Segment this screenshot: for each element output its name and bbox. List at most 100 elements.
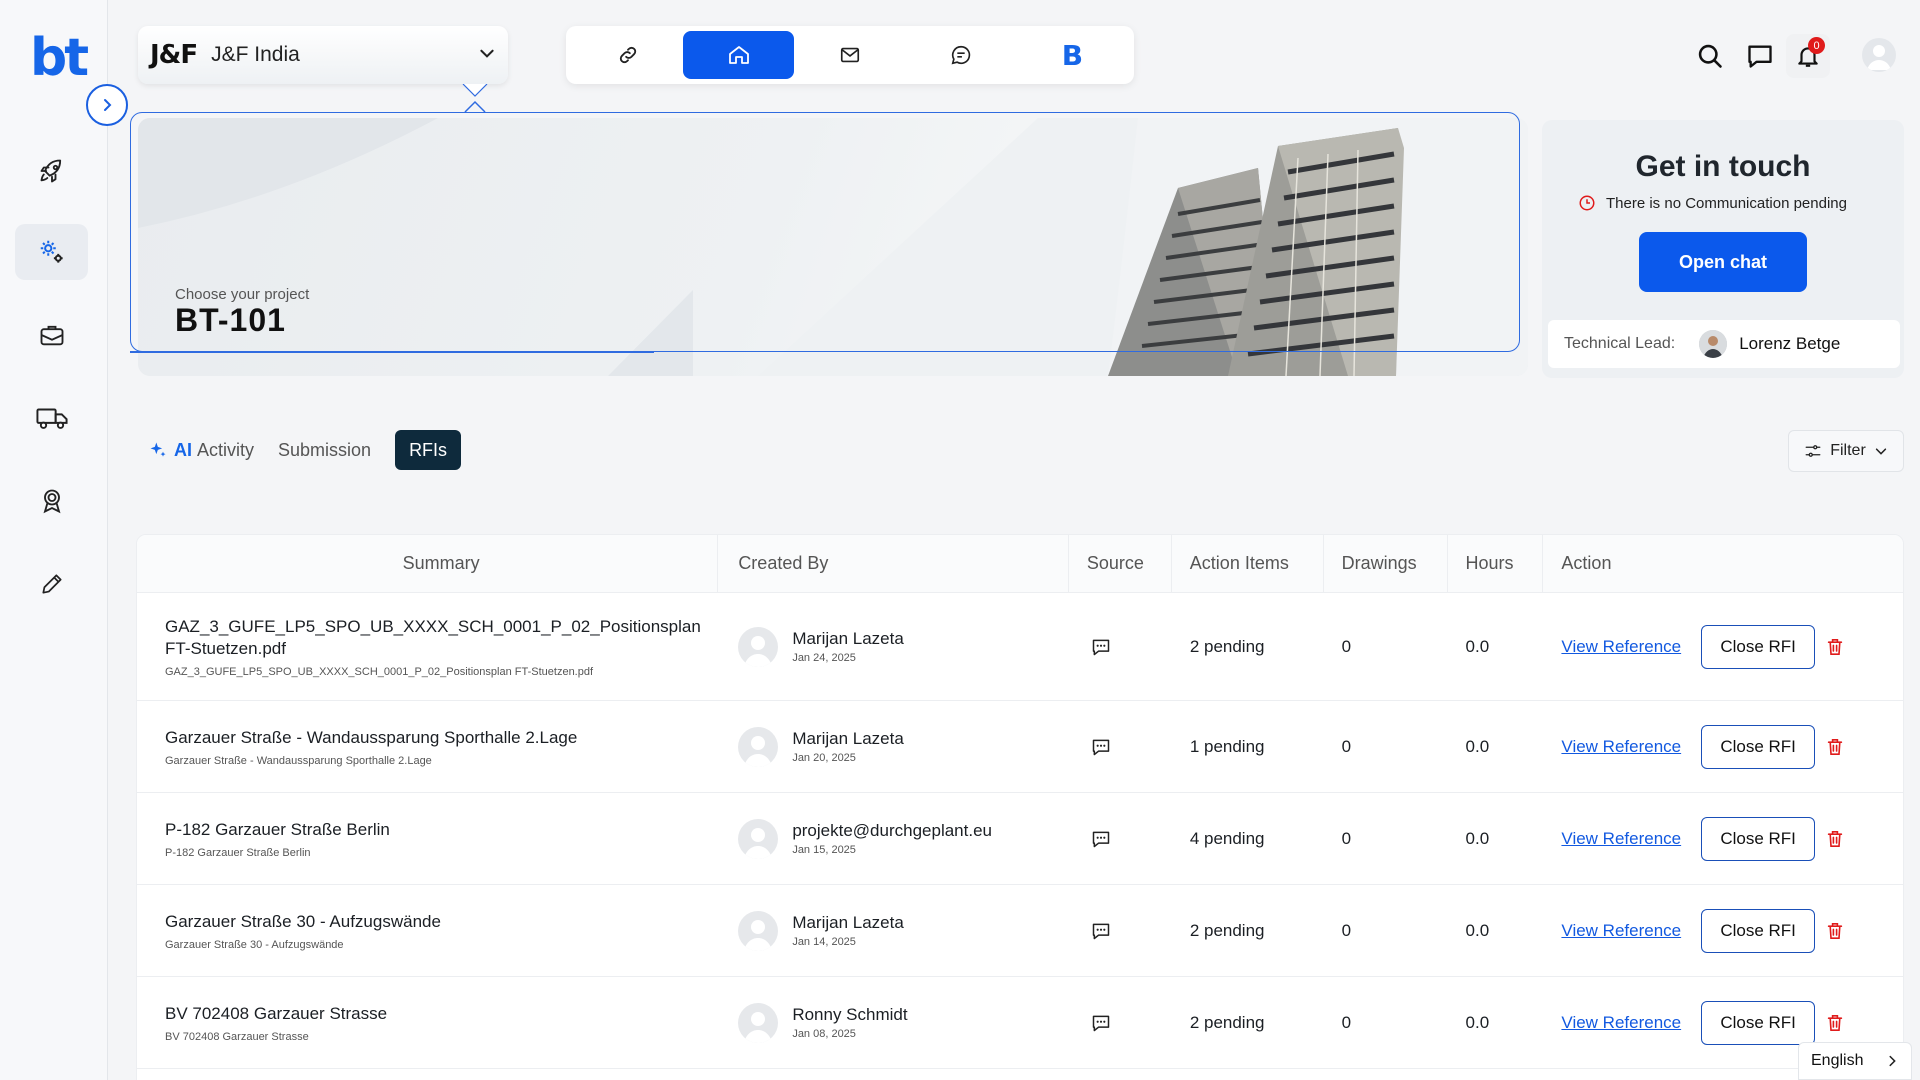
notification-count-badge: 0 [1808,37,1825,54]
close-rfi-button[interactable]: Close RFI [1701,816,1816,861]
created-date: Jan 08, 2025 [792,1028,856,1040]
notifications-bell-icon[interactable]: 0 [1786,34,1830,78]
view-reference-link[interactable]: View Reference [1561,829,1681,849]
close-rfi-button[interactable]: Close RFI [1701,724,1816,769]
summary-cell: Garzauer Straße 30 - Aufzugswände Garzaue… [137,911,718,951]
rocket-icon[interactable] [15,143,88,199]
comment-source-icon[interactable] [1091,637,1111,657]
comment-source-icon[interactable] [1091,829,1111,849]
close-rfi-button[interactable]: Close RFI [1701,1000,1816,1045]
award-badge-icon[interactable] [15,473,88,529]
summary-cell: GAZ_3_GUFE_LP5_SPO_UB_XXXX_SCH_0001_P_02… [137,616,718,678]
action-items-count: 4 pending [1189,828,1265,848]
header-source: Source [1069,535,1172,593]
action-items-count: 2 pending [1189,920,1265,940]
content-tabs: AI Activity Submission RFIs [148,430,462,470]
messages-icon[interactable] [1738,34,1782,78]
view-reference-link[interactable]: View Reference [1561,737,1681,757]
created-date: Jan 15, 2025 [792,844,856,856]
tab-submission[interactable]: Submission [278,430,371,470]
selector-pointer-icon [462,84,488,113]
trash-icon[interactable] [1827,738,1843,756]
source-cell [1069,637,1172,657]
technical-lead-avatar [1699,330,1728,358]
communication-status: There is no Communication pending [1578,194,1847,212]
comment-source-icon[interactable] [1091,1013,1111,1033]
hours-value: 0.0 [1465,1012,1490,1032]
close-rfi-button[interactable]: Close RFI [1701,624,1816,669]
comment-source-icon[interactable] [1091,737,1111,757]
filter-label: Filter [1830,442,1866,459]
search-icon[interactable] [1688,34,1732,78]
project-code[interactable]: BT-101 [175,302,286,339]
hours-cell: 0.0 [1448,637,1544,657]
table-row[interactable]: P-182 Garzauer Straße Berlin P-182 Garzau… [137,793,1903,885]
sidebar-expand-button[interactable] [86,84,128,126]
rfi-table: Summary Created By Source Action Items D… [136,534,1904,1080]
comment-source-icon[interactable] [1091,921,1111,941]
trash-icon[interactable] [1827,922,1843,940]
hours-cell: 0.0 [1448,829,1544,849]
action-cell: View Reference Close RFI [1543,816,1903,861]
rfi-title[interactable]: P-182 Garzauer Straße Berlin [165,819,390,841]
home-icon[interactable] [683,31,795,79]
action-items-count: 2 pending [1189,1012,1265,1032]
creator-avatar [738,726,779,767]
source-cell [1069,921,1172,941]
user-avatar[interactable] [1862,38,1896,72]
trash-icon[interactable] [1827,638,1843,656]
hours-value: 0.0 [1465,636,1490,656]
source-cell [1069,829,1172,849]
table-row[interactable]: Garzauer Straße 30 - Aufzugswände Garzaue… [137,885,1903,977]
creator-name: projekte@durchgeplant.eu [792,821,992,840]
header-hours: Hours [1448,535,1544,593]
mail-icon[interactable] [794,31,905,79]
view-reference-link[interactable]: View Reference [1561,1013,1681,1033]
source-cell [1069,1013,1172,1033]
drawings-count: 0 [1341,1012,1352,1032]
action-items-cell: 1 pending [1172,737,1324,757]
link-icon[interactable] [572,31,683,79]
rfi-subtitle: Garzauer Straße - Wandaussparung Sportha… [165,754,432,767]
close-rfi-button[interactable]: Close RFI [1701,908,1816,953]
company-logo: J&F [150,40,198,70]
chevron-right-icon [1885,1054,1899,1068]
language-selector[interactable]: English [1798,1042,1912,1080]
chat-bubble-icon[interactable] [906,31,1017,79]
rfi-title[interactable]: GAZ_3_GUFE_LP5_SPO_UB_XXXX_SCH_0001_P_02… [165,616,701,660]
table-row[interactable]: GAZ_3_GUFE_LP5_SPO_UB_XXXX_SCH_0001_P_02… [137,593,1903,701]
created-date: Jan 20, 2025 [792,752,856,764]
action-cell: View Reference Close RFI [1543,1000,1903,1045]
technical-lead: Technical Lead: Lorenz Betge [1548,320,1900,368]
rfi-title[interactable]: BV 702408 Garzauer Strasse [165,1003,387,1025]
open-chat-button[interactable]: Open chat [1639,232,1807,292]
tab-ai-activity[interactable]: AI Activity [148,430,254,470]
summary-cell: Garzauer Straße - Wandaussparung Sportha… [137,727,718,767]
header-summary: Summary [137,535,719,593]
company-selector[interactable]: J&F J&F India [138,26,508,84]
tab-rfis[interactable]: RFIs [395,430,462,470]
view-reference-link[interactable]: View Reference [1561,637,1681,657]
trash-icon[interactable] [1827,830,1843,848]
truck-icon[interactable] [15,390,88,446]
trash-icon[interactable] [1827,1014,1843,1032]
briefcase-icon[interactable] [15,307,88,363]
settings-gears-icon[interactable] [15,224,88,280]
table-header: Summary Created By Source Action Items D… [137,535,1903,593]
brand-logo[interactable]: bt [30,28,89,88]
rfi-subtitle: BV 702408 Garzauer Strasse [165,1030,309,1043]
b-brand-icon[interactable]: B [1017,31,1128,79]
table-row[interactable]: BV 702408 Garzauer Strasse BV 702408 Garz… [137,977,1903,1069]
action-cell: View Reference Close RFI [1543,908,1903,953]
view-reference-link[interactable]: View Reference [1561,921,1681,941]
pencil-icon[interactable] [15,556,88,612]
rfi-subtitle: Garzauer Straße 30 - Aufzugswände [165,938,344,951]
filter-button[interactable]: Filter [1788,430,1904,472]
rfi-title[interactable]: Garzauer Straße - Wandaussparung Sportha… [165,727,577,749]
table-row[interactable]: Garzauer Straße - Wandaussparung Sportha… [137,701,1903,793]
get-in-touch-title: Get in touch [1635,150,1811,183]
creator-avatar [738,626,779,667]
creator-name: Ronny Schmidt [792,1005,908,1024]
sliders-icon [1804,442,1822,460]
rfi-title[interactable]: Garzauer Straße 30 - Aufzugswände [165,911,441,933]
